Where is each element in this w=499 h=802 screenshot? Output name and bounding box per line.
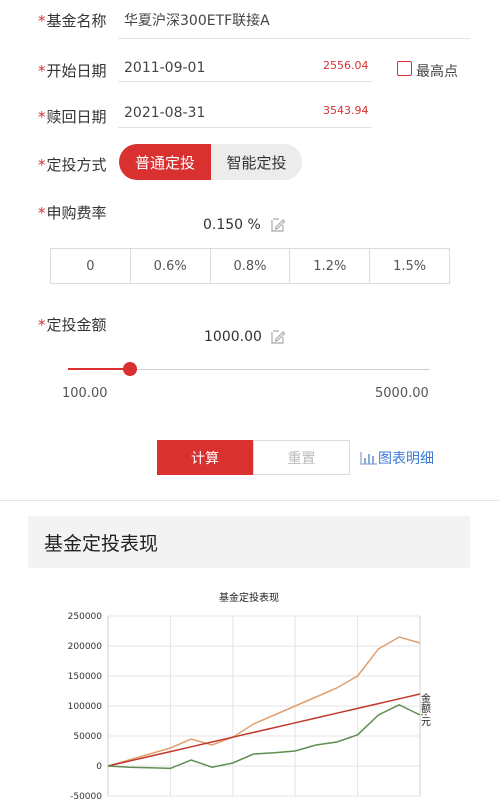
section-title: 基金定投表现: [44, 533, 159, 555]
fee-options: 0 0.6% 0.8% 1.2% 1.5%: [50, 248, 450, 284]
y-tick-label: 250000: [68, 612, 103, 622]
section-header: 基金定投表现: [28, 516, 470, 568]
chart-detail-link[interactable]: 图表明细: [360, 448, 434, 468]
y-tick-label: 0: [96, 762, 102, 772]
chart-detail-label: 图表明细: [378, 451, 434, 467]
calculate-button[interactable]: 计算: [157, 440, 253, 475]
series-line-1: [107, 636, 421, 767]
fee-option[interactable]: 1.5%: [370, 249, 449, 283]
fund-name-field[interactable]: 华夏沪深300ETF联接A: [124, 10, 270, 30]
slider-min-label: 100.00: [62, 386, 108, 401]
fee-option[interactable]: 0.6%: [131, 249, 211, 283]
amount-label: *定投金额: [38, 316, 107, 334]
redeem-date-field[interactable]: 2021-08-31: [124, 105, 205, 121]
amount-slider-fill: [68, 368, 130, 370]
method-label: *定投方式: [38, 156, 107, 174]
reset-button[interactable]: 重置: [253, 440, 350, 475]
start-underline: [118, 81, 372, 82]
amount-value: 1000.00: [204, 329, 262, 345]
method-regular-button[interactable]: 普通定投: [119, 144, 211, 180]
y-tick-label: 50000: [73, 732, 102, 742]
fee-label: *申购费率: [38, 204, 107, 222]
fee-option[interactable]: 1.2%: [290, 249, 371, 283]
y-tick-label: 200000: [68, 642, 103, 652]
fund-underline: [118, 38, 470, 39]
legend-label: 金额:元: [419, 692, 431, 727]
start-price: 2556.04: [323, 59, 369, 72]
performance-chart: 基金定投表现 250000 200000 150000 100000 50000 0 -50…: [68, 591, 431, 802]
fund-label: *基金名称: [38, 12, 107, 30]
start-date-label: *开始日期: [38, 62, 107, 80]
amount-slider-handle[interactable]: [122, 362, 137, 376]
edit-icon[interactable]: [270, 217, 286, 233]
edit-icon[interactable]: [270, 329, 286, 345]
method-smart-button[interactable]: 智能定投: [211, 144, 302, 180]
fee-option[interactable]: 0.8%: [211, 249, 291, 283]
chart-title: 基金定投表现: [219, 591, 279, 604]
highest-label[interactable]: 最高点: [416, 61, 458, 81]
series-line-3: [107, 703, 421, 770]
y-tick-label: 150000: [68, 672, 103, 682]
slider-max-label: 5000.00: [375, 386, 429, 401]
redeem-underline: [118, 127, 372, 128]
start-date-field[interactable]: 2011-09-01: [124, 60, 205, 76]
y-tick-label: -50000: [70, 792, 102, 802]
series-line-2: [107, 693, 421, 767]
divider: [0, 500, 499, 501]
fee-value: 0.150 %: [203, 217, 261, 233]
highest-checkbox[interactable]: [397, 61, 412, 76]
redeem-date-label: *赎回日期: [38, 108, 107, 126]
fee-option[interactable]: 0: [51, 249, 131, 283]
y-tick-label: 100000: [68, 702, 103, 712]
redeem-price: 3543.94: [323, 104, 369, 117]
bar-chart-icon: [360, 452, 377, 465]
